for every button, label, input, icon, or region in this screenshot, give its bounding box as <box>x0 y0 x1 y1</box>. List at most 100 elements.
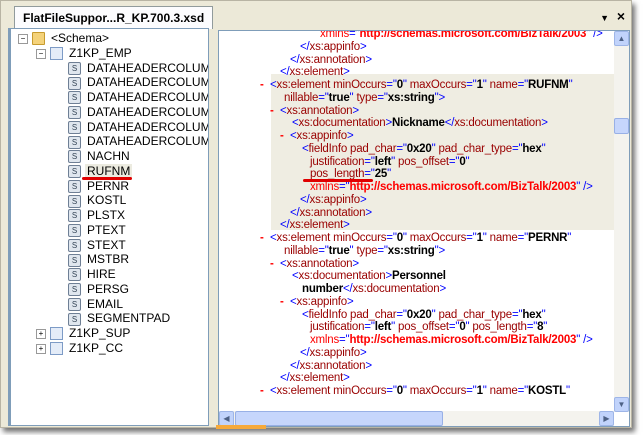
tree-item[interactable]: S PERNR <box>68 179 131 194</box>
xml-punctuation: =" <box>448 321 460 334</box>
tree-item[interactable]: S NACHN <box>68 149 132 164</box>
xml-punctuation: </ <box>300 193 310 206</box>
xml-name: name <box>489 232 518 244</box>
xml-punctuation: " <box>543 321 548 334</box>
tree-item[interactable]: S KOSTL <box>68 193 128 208</box>
xml-name: justification <box>310 155 365 168</box>
xml-line: nillable="true" type="xs:string"> <box>284 245 445 258</box>
tree-item[interactable]: − Z1KP_EMP <box>36 46 134 61</box>
xml-punctuation: </ <box>290 53 300 66</box>
tree-item[interactable]: S DATAHEADERCOLUMN_S <box>68 61 208 76</box>
tree-item-label: <Schema> <box>51 31 110 45</box>
close-icon[interactable]: × <box>617 8 625 24</box>
xml-name: xs:element minOccurs <box>276 232 387 244</box>
tree-item-label: Z1KP_SUP <box>69 326 131 340</box>
xml-line: <fieldInfo pad_char="0x20" pad_char_type… <box>302 308 546 322</box>
xml-name: xs:appinfo <box>309 40 361 53</box>
xml-punctuation: > <box>359 40 367 53</box>
xml-name: type <box>356 91 378 104</box>
xml-name: xs:element minOccurs <box>276 385 387 397</box>
xml-value: hex <box>522 308 542 321</box>
xml-name: fieldInfo pad_char <box>308 308 397 321</box>
tree-item-label: RUFNM <box>85 163 133 178</box>
xml-line: <xs:documentation>Nickname</xs:documenta… <box>292 117 548 130</box>
xml-punctuation: =" <box>466 232 477 244</box>
xml-name: nillable <box>284 244 319 257</box>
xml-punctuation: </ <box>290 206 300 219</box>
tree-item[interactable]: S STEXT <box>68 238 128 253</box>
xml-line: justification="left" pos_offset="0" pos_… <box>310 321 547 334</box>
tree-item[interactable]: − <Schema> <box>18 31 111 46</box>
field-icon: S <box>68 253 81 267</box>
tree-item-label: KOSTL <box>87 193 127 208</box>
xml-punctuation: =" <box>377 244 388 257</box>
tree-item[interactable]: S DATAHEADERCOLUMN_D <box>68 90 208 105</box>
tree-item[interactable]: S DATAHEADERCOLUMN_N <box>68 75 209 90</box>
xml-namespace-attr: xmlns <box>310 181 340 193</box>
xml-punctuation: " <box>567 232 572 244</box>
dropdown-arrow-icon[interactable]: ▼ <box>600 13 609 23</box>
tree-item[interactable]: + Z1KP_CC <box>36 341 125 356</box>
xml-value: hex <box>522 142 542 155</box>
horizontal-scrollbar[interactable]: ◀ ▶ <box>219 411 614 426</box>
xml-view: xmlns="http://schemas.microsoft.com/BizT… <box>218 30 630 427</box>
tree-item[interactable]: + Z1KP_SUP <box>36 326 132 341</box>
collapse-icon[interactable]: − <box>18 33 28 44</box>
xml-name: name <box>489 385 518 397</box>
tree-item[interactable]: S MSTBR <box>68 252 131 267</box>
tree-item[interactable]: S PTEXT <box>68 223 128 238</box>
tree-item[interactable]: S DATAHEADERCOLUMN_H <box>68 134 208 149</box>
record-icon <box>50 47 63 61</box>
collapse-node-toggle[interactable]: - <box>270 105 274 118</box>
tree-item[interactable]: S DATAHEADERCOLUMN_F <box>68 120 208 135</box>
xml-punctuation: > <box>352 257 359 270</box>
xml-punctuation: > <box>343 372 350 385</box>
xml-line: - <xs:element minOccurs="0" maxOccurs="1"… <box>260 385 570 398</box>
collapse-node-toggle[interactable]: - <box>280 296 284 309</box>
xml-punctuation: " <box>541 308 546 321</box>
collapse-node-toggle[interactable]: - <box>260 232 264 245</box>
xml-name: nillable <box>284 91 319 104</box>
scroll-down-button[interactable]: ▼ <box>614 397 629 412</box>
xml-name: xs:documentation <box>298 117 386 130</box>
horizontal-scroll-thumb[interactable] <box>235 411 443 426</box>
xml-punctuation: " <box>482 79 490 91</box>
xml-punctuation: " <box>541 142 546 155</box>
xml-name: maxOccurs <box>409 385 467 397</box>
tree-item[interactable]: S HIRE <box>68 267 118 282</box>
tree-item-label: DATAHEADERCOLUMN_N <box>87 75 209 90</box>
xml-name: xs:annotation <box>286 104 353 117</box>
xml-punctuation: </ <box>300 40 310 53</box>
xml-punctuation: =" <box>396 142 407 155</box>
scroll-left-button[interactable]: ◀ <box>219 411 234 426</box>
xml-name: xs:appinfo <box>309 193 361 206</box>
vertical-scroll-thumb[interactable] <box>614 118 629 134</box>
xml-punctuation: > <box>541 117 548 130</box>
collapse-node-toggle[interactable]: - <box>280 130 284 143</box>
xml-value: RUFNM <box>528 79 569 91</box>
vertical-scrollbar[interactable]: ▲ ▼ <box>614 31 629 412</box>
xml-name: xs:appinfo <box>309 346 361 359</box>
xml-punctuation: =" <box>377 91 388 104</box>
xml-name: xs:element <box>289 66 344 79</box>
collapse-node-toggle[interactable]: - <box>260 79 264 92</box>
collapse-node-toggle[interactable]: - <box>270 258 274 271</box>
tree-item[interactable]: S PLSTX <box>68 208 127 223</box>
collapse-node-toggle[interactable]: - <box>260 385 264 398</box>
scroll-up-button[interactable]: ▲ <box>614 31 629 46</box>
expand-icon[interactable]: + <box>36 328 46 339</box>
tree-item[interactable]: S PERSG <box>68 282 131 297</box>
xml-value: 25 <box>374 168 388 181</box>
expand-icon[interactable]: + <box>36 343 46 354</box>
collapse-icon[interactable]: − <box>36 48 46 59</box>
xml-line: number</xs:documentation> <box>302 283 446 296</box>
tree-item[interactable]: S EMAIL <box>68 297 125 312</box>
xml-punctuation: =" <box>318 244 329 257</box>
xml-name: type <box>356 244 378 257</box>
document-tab[interactable]: FlatFileSuppor...R_KP.700.3.xsd <box>14 6 214 29</box>
scroll-right-button[interactable]: ▶ <box>599 411 614 426</box>
xml-punctuation: " <box>482 232 490 244</box>
tree-item[interactable]: S SEGMENTPAD <box>68 311 172 326</box>
tree-item[interactable]: S DATAHEADERCOLUMN_S <box>68 105 208 120</box>
xml-line: xmlns="http://schemas.microsoft.com/BizT… <box>320 31 603 41</box>
